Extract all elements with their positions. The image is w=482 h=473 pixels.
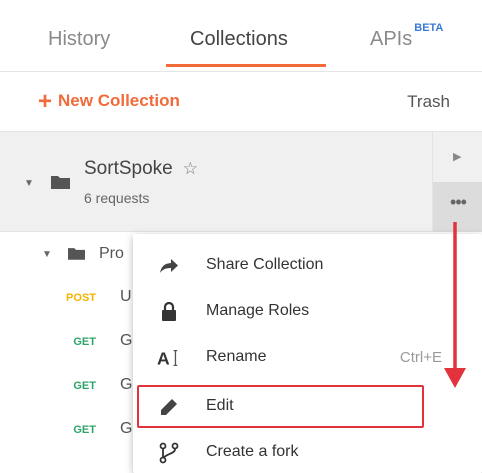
request-method: GET	[73, 336, 96, 348]
menu-item-manage-roles[interactable]: Manage Roles	[133, 289, 482, 335]
request-method: GET	[73, 380, 96, 392]
rename-icon: A	[157, 347, 181, 369]
collapse-caret-icon[interactable]: ▼	[24, 178, 34, 189]
request-name: G	[120, 376, 133, 393]
request-name: G	[120, 332, 133, 349]
active-tab-indicator	[166, 64, 326, 67]
collection-row[interactable]: ▼ SortSpoke ☆ 6 requests ▶ •••	[0, 132, 482, 232]
share-arrow-icon	[157, 255, 181, 277]
collection-actions: ▶ •••	[432, 132, 482, 232]
request-row[interactable]: GET G	[0, 366, 140, 410]
tab-collections[interactable]: Collections	[190, 28, 288, 51]
annotation-arrow-icon	[444, 222, 466, 388]
folder-icon	[68, 248, 85, 260]
star-icon[interactable]: ☆	[183, 159, 198, 179]
collection-request-count: 6 requests	[84, 190, 150, 206]
request-name: U	[120, 288, 132, 305]
plus-icon: +	[38, 87, 53, 115]
fork-icon	[157, 442, 181, 464]
collections-toolbar: + New Collection Trash	[0, 72, 482, 132]
tab-history[interactable]: History	[48, 28, 110, 51]
request-row[interactable]: POST U	[0, 278, 140, 322]
new-collection-button[interactable]: + New Collection	[38, 87, 180, 115]
menu-item-label: Rename	[206, 348, 267, 365]
folder-caret-icon[interactable]: ▼	[42, 249, 52, 260]
collection-name: SortSpoke	[84, 158, 173, 179]
new-collection-label: New Collection	[58, 91, 180, 110]
request-row[interactable]: GET G	[0, 322, 140, 366]
request-method: GET	[73, 424, 96, 436]
folder-name: Pro	[99, 245, 124, 262]
edit-highlight-box	[137, 385, 424, 428]
menu-item-create-fork[interactable]: Create a fork	[133, 430, 482, 473]
request-row[interactable]: GET G	[0, 410, 140, 454]
menu-item-shortcut: Ctrl+E	[399, 349, 442, 366]
expand-arrow-icon[interactable]: ▶	[453, 150, 461, 163]
tab-apis-label: APIs	[370, 28, 413, 50]
request-name: G	[120, 420, 133, 437]
lock-icon	[157, 301, 181, 323]
menu-item-label: Create a fork	[206, 443, 299, 460]
menu-item-rename[interactable]: A Rename Ctrl+E	[133, 335, 482, 381]
request-method: POST	[66, 292, 96, 304]
menu-item-share-collection[interactable]: Share Collection	[133, 243, 482, 289]
collection-title: SortSpoke ☆	[84, 158, 198, 180]
beta-badge: BETA	[414, 22, 444, 35]
menu-item-label: Share Collection	[206, 256, 324, 273]
trash-link[interactable]: Trash	[407, 92, 450, 112]
tab-apis[interactable]: APIs BETA	[370, 22, 443, 51]
collection-context-menu: Share Collection Manage Roles A Rename C…	[133, 234, 482, 473]
sidebar-tabs: History Collections APIs BETA	[0, 0, 482, 72]
folder-icon	[51, 176, 70, 189]
menu-item-label: Manage Roles	[206, 302, 310, 319]
svg-text:A: A	[157, 348, 170, 368]
